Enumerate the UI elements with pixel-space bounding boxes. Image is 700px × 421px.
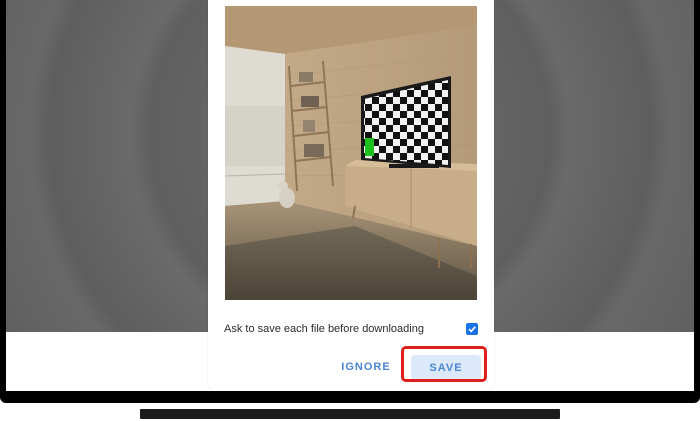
room-photo <box>225 6 477 300</box>
save-button[interactable]: SAVE <box>411 355 481 380</box>
image-preview <box>225 6 477 300</box>
screen: Ask to save each file before downloading… <box>6 0 694 391</box>
checkbox-label: Ask to save each file before downloading <box>224 323 424 335</box>
save-image-dialog: Ask to save each file before downloading… <box>208 0 494 391</box>
ask-before-download-row: Ask to save each file before downloading <box>224 318 478 340</box>
check-icon <box>468 326 476 333</box>
laptop-stand <box>140 409 560 419</box>
ignore-button[interactable]: IGNORE <box>336 354 396 380</box>
ask-before-download-checkbox[interactable] <box>466 323 478 335</box>
laptop-frame: Ask to save each file before downloading… <box>0 0 700 403</box>
